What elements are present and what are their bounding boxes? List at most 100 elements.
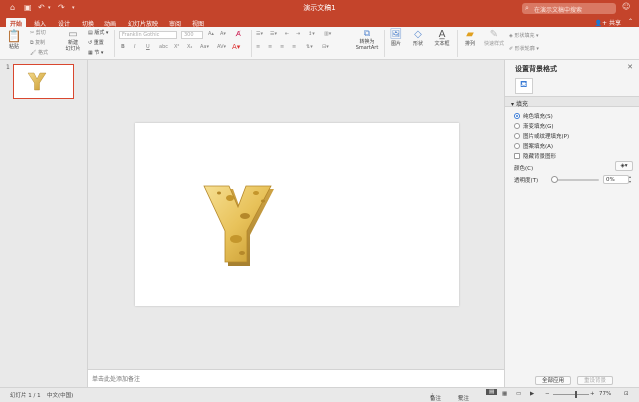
zoom-in-icon[interactable]: +: [590, 391, 595, 397]
solid-fill-label: 纯色填充(S): [523, 114, 553, 120]
tab-home[interactable]: 开始: [6, 18, 27, 28]
share-button[interactable]: 👤+ 共享: [595, 18, 621, 27]
picture-button[interactable]: 🖼 图片: [388, 29, 404, 47]
indent-icon[interactable]: ⇥: [296, 31, 300, 37]
change-case-icon[interactable]: Aa▾: [200, 44, 209, 50]
picture-fill-radio[interactable]: 图片或纹理填充(P): [514, 132, 569, 141]
arrange-button[interactable]: ▰ 排列: [461, 29, 479, 47]
align-right-icon[interactable]: ≡: [280, 44, 284, 50]
search-input[interactable]: ⌕ 在演示文稿中搜索: [522, 3, 616, 14]
copy-button[interactable]: ⧉ 复制: [30, 39, 45, 46]
textbox-button[interactable]: A̲ 文本框: [432, 29, 452, 47]
clear-format-icon[interactable]: A̸: [236, 30, 241, 38]
close-icon[interactable]: ✕: [627, 63, 633, 71]
columns-icon[interactable]: ▥▾: [324, 31, 331, 37]
divider: [251, 30, 252, 57]
notes-input[interactable]: 单击此处添加备注: [88, 369, 504, 387]
transparency-input[interactable]: 0%: [603, 175, 629, 184]
line-spacing-icon[interactable]: ↕▾: [308, 31, 315, 37]
picture-fill-label: 图片或纹理填充(P): [523, 134, 570, 140]
bold-icon[interactable]: B: [121, 44, 125, 50]
reading-view-icon[interactable]: ▭: [516, 391, 521, 397]
normal-view-icon[interactable]: ▤: [486, 389, 498, 395]
justify-icon[interactable]: ≡: [292, 44, 296, 50]
copy-icon: ⧉: [30, 40, 34, 46]
collapse-ribbon-icon[interactable]: ⌃: [628, 18, 633, 25]
slide-sorter-icon[interactable]: ▦: [502, 391, 507, 397]
thumbnail-number: 1: [6, 64, 10, 71]
align-center-icon[interactable]: ≡: [268, 44, 272, 50]
apply-all-button[interactable]: 全部应用: [535, 376, 571, 385]
bullets-icon[interactable]: ☰▾: [256, 31, 263, 37]
fill-tab[interactable]: ⛾: [515, 78, 533, 94]
subscript-icon[interactable]: X₂: [187, 44, 192, 50]
fill-color-icon: ◈▾: [620, 163, 628, 169]
text-direction-icon[interactable]: ⇅▾: [306, 44, 313, 50]
slideshow-icon[interactable]: ▶: [530, 391, 534, 397]
tab-animations[interactable]: 动画: [100, 18, 120, 28]
outdent-icon[interactable]: ⇤: [285, 31, 289, 37]
reset-background-button[interactable]: 重设背景: [577, 376, 613, 385]
section-button[interactable]: ▦ 节 ▾: [88, 49, 103, 56]
stepper-icon[interactable]: ▴ ▾: [629, 174, 631, 184]
shape-button[interactable]: ◇ 形状: [410, 29, 426, 47]
zoom-thumb[interactable]: [575, 391, 577, 398]
numbering-icon[interactable]: ☰▾: [270, 31, 277, 37]
align-text-icon[interactable]: ⊟▾: [322, 44, 329, 50]
layout-button[interactable]: ▤ 版式 ▾: [88, 29, 108, 36]
thumbnail-cheese-y-icon: [27, 72, 47, 91]
slide-count: 幻灯片 1 / 1: [10, 393, 41, 399]
zoom-slider[interactable]: [553, 391, 589, 398]
tab-view[interactable]: 视图: [188, 18, 208, 28]
new-slide-icon: ▭: [68, 29, 78, 40]
italic-icon[interactable]: I: [134, 44, 135, 50]
new-slide-button[interactable]: ▭ 新建 幻灯片: [62, 29, 84, 52]
font-name-select[interactable]: Franklin Gothic: [119, 31, 177, 39]
layout-label: 版式: [94, 30, 105, 36]
align-left-icon[interactable]: ≡: [256, 44, 260, 50]
zoom-level[interactable]: 77%: [599, 391, 611, 397]
quick-styles-button[interactable]: ✎ 快速样式: [483, 29, 505, 47]
copy-label: 复制: [35, 40, 46, 46]
shape-label: 形状: [412, 41, 423, 47]
decrease-font-icon[interactable]: A▾: [220, 31, 226, 37]
transparency-slider[interactable]: [551, 176, 599, 183]
cheese-y-icon[interactable]: [135, 123, 459, 306]
shape-outline-button[interactable]: ✐ 形状轮廓 ▾: [509, 45, 539, 52]
color-picker-button[interactable]: ◈▾: [615, 161, 633, 171]
char-spacing-icon[interactable]: AV▾: [217, 44, 226, 50]
tab-insert[interactable]: 插入: [30, 18, 50, 28]
hide-background-checkbox[interactable]: 隐藏背景图形: [514, 152, 556, 161]
superscript-icon[interactable]: X²: [174, 44, 179, 50]
tab-transitions[interactable]: 切换: [78, 18, 98, 28]
font-color-icon[interactable]: A▾: [232, 43, 240, 51]
tab-review[interactable]: 审阅: [165, 18, 185, 28]
strikethrough-icon[interactable]: abc: [159, 44, 168, 50]
shape-fill-button[interactable]: ◈ 形状填充 ▾: [509, 32, 539, 39]
increase-font-icon[interactable]: A▴: [208, 31, 214, 37]
account-icon[interactable]: ☺: [622, 2, 630, 11]
fit-window-icon[interactable]: ⊡: [624, 391, 629, 397]
slide[interactable]: [135, 123, 459, 306]
slider-thumb[interactable]: [551, 176, 558, 183]
tab-design[interactable]: 设计: [54, 18, 74, 28]
paste-button[interactable]: 📋 粘贴: [4, 29, 24, 50]
ribbon-tabs: 开始 插入 设计 切换 动画 幻灯片放映 审阅 视图 👤+ 共享 ⌃: [0, 17, 639, 28]
font-size-select[interactable]: 300: [181, 31, 203, 39]
clipboard-icon: 📋: [6, 29, 22, 43]
underline-icon[interactable]: U: [146, 44, 150, 50]
convert-smartart-button[interactable]: ⧉ 转换为 SmartArt: [354, 29, 380, 51]
zoom-out-icon[interactable]: −: [545, 391, 550, 397]
reset-button[interactable]: ↺ 重置: [88, 39, 104, 46]
cut-button[interactable]: ✂ 剪切: [30, 29, 46, 36]
language-status[interactable]: 中文(中国): [47, 391, 73, 399]
format-painter-button[interactable]: 🖌 格式: [30, 49, 48, 56]
pattern-fill-radio[interactable]: 图案填充(A): [514, 142, 553, 151]
fill-section-header[interactable]: ▾ 填充: [505, 96, 639, 108]
comments-toggle-label: 批注: [458, 396, 470, 402]
gradient-fill-radio[interactable]: 渐变填充(G): [514, 122, 554, 131]
hide-background-label: 隐藏背景图形: [523, 154, 557, 160]
slide-thumbnail[interactable]: [13, 64, 74, 99]
solid-fill-radio[interactable]: 纯色填充(S): [514, 112, 553, 121]
tab-slideshow[interactable]: 幻灯片放映: [124, 18, 162, 28]
